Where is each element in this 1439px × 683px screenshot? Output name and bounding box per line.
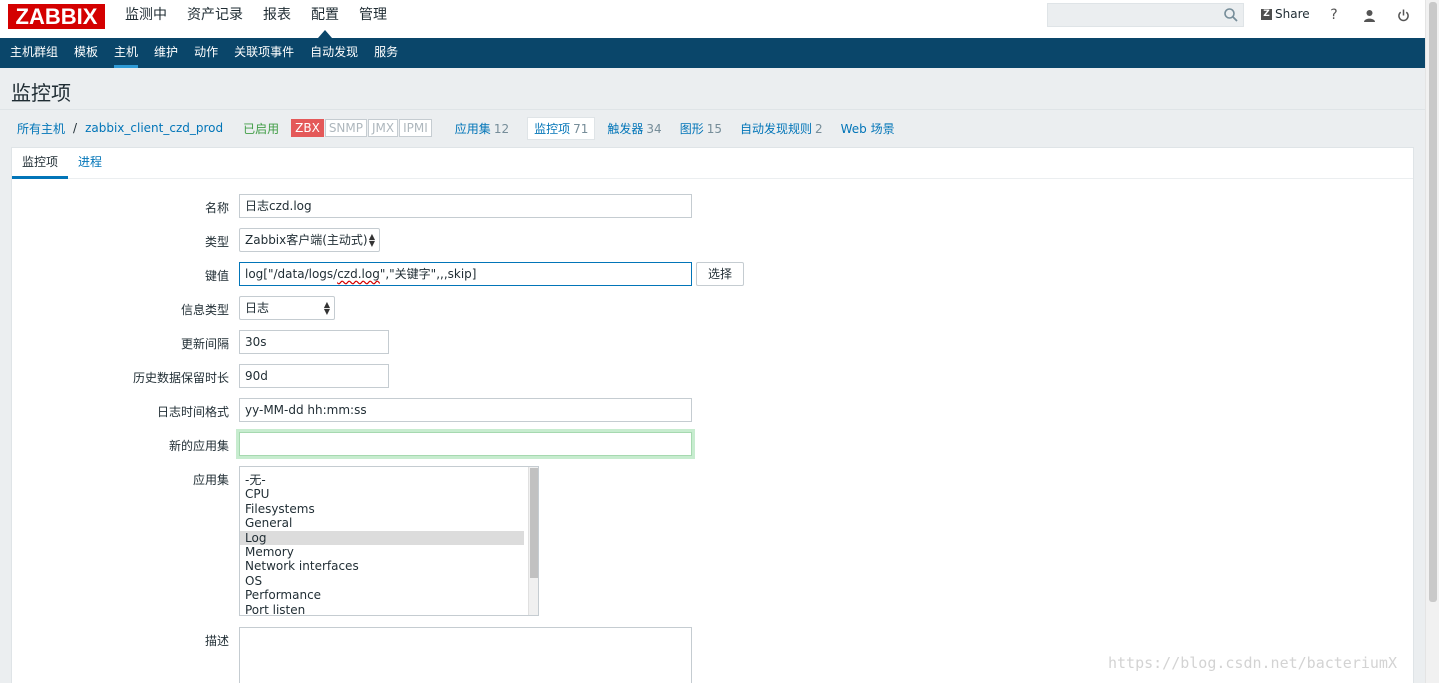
host-nav-discovery-rules[interactable]: 自动发现规则 2	[734, 118, 829, 139]
application-option[interactable]: OS	[240, 574, 538, 588]
application-option[interactable]: Filesystems	[240, 502, 538, 516]
sub-nav: 主机群组 模板 主机 维护 动作 关联项事件 自动发现 服务	[0, 38, 1425, 68]
name-label: 名称	[204, 201, 229, 215]
tab-item[interactable]: 监控项	[12, 148, 69, 179]
sub-nav-discovery[interactable]: 自动发现	[302, 38, 366, 68]
host-nav: 所有主机 / zabbix_client_czd_prod 已启用 ZBX SN…	[11, 116, 901, 140]
badge-jmx: JMX	[368, 119, 399, 137]
page-scrollbar-thumb[interactable]	[1429, 2, 1437, 602]
application-option[interactable]: General	[240, 516, 538, 530]
share-link[interactable]: Z Share	[1261, 7, 1310, 21]
sub-nav-templates[interactable]: 模板	[66, 38, 106, 68]
select-arrows-icon: ▲ ▼	[323, 300, 330, 316]
host-nav-items[interactable]: 监控项 71	[527, 116, 596, 140]
application-option[interactable]: CPU	[240, 487, 538, 501]
log-time-format-field[interactable]: yy-MM-dd hh:mm:ss	[239, 398, 692, 422]
search-icon[interactable]	[1223, 7, 1239, 23]
application-option[interactable]: Port listen	[240, 603, 538, 615]
application-option[interactable]: Network interfaces	[240, 559, 538, 573]
power-icon[interactable]	[1394, 6, 1412, 24]
update-interval-label: 更新间隔	[180, 337, 229, 351]
info-type-label: 信息类型	[180, 303, 229, 317]
share-icon: Z	[1261, 8, 1272, 20]
watermark: https://blog.csdn.net/bacteriumX	[1108, 654, 1397, 672]
new-application-field[interactable]	[239, 432, 692, 456]
type-row: 类型 Zabbix客户端(主动式) ▲ ▼	[12, 228, 1413, 252]
badge-ipmi: IPMI	[399, 119, 432, 137]
sub-nav-correlation[interactable]: 关联项事件	[226, 38, 302, 68]
top-nav-configuration[interactable]: 配置	[301, 0, 349, 38]
host-nav-web-scenarios[interactable]: Web 场景	[835, 118, 901, 139]
sub-nav-actions[interactable]: 动作	[186, 38, 226, 68]
top-bar: ZABBIX 监测中 资产记录 报表 配置 管理 Z Share ?	[0, 0, 1425, 38]
application-option[interactable]: Memory	[240, 545, 538, 559]
page-scrollbar[interactable]	[1425, 0, 1439, 683]
share-label: Share	[1275, 7, 1310, 21]
top-nav-reports[interactable]: 报表	[253, 0, 301, 38]
top-nav: 监测中 资产记录 报表 配置 管理	[115, 0, 397, 38]
application-option[interactable]: -无-	[240, 473, 538, 487]
sub-nav-services[interactable]: 服务	[366, 38, 406, 68]
top-nav-administration[interactable]: 管理	[349, 0, 397, 38]
application-option-selected[interactable]: Log	[240, 530, 524, 546]
title-divider	[0, 109, 1425, 110]
help-icon[interactable]: ?	[1325, 6, 1343, 24]
applications-label: 应用集	[192, 473, 229, 487]
type-label: 类型	[204, 235, 229, 249]
application-option[interactable]: Performance	[240, 588, 538, 602]
sub-nav-maintenance[interactable]: 维护	[146, 38, 186, 68]
description-textarea[interactable]	[239, 627, 692, 683]
applications-listbox[interactable]: -无- CPU Filesystems General Log Memory N…	[239, 466, 539, 616]
search-input[interactable]	[1047, 3, 1244, 27]
item-form-panel: 监控项 进程 名称 日志czd.log 类型 Zabbix客户端(主动式) ▲ ▼ …	[11, 147, 1414, 683]
breadcrumb-separator: /	[73, 121, 78, 135]
top-nav-monitoring[interactable]: 监测中	[115, 0, 177, 38]
form-tabs: 监控项 进程	[12, 148, 1413, 179]
sub-nav-host-groups[interactable]: 主机群组	[2, 38, 66, 68]
top-nav-inventory[interactable]: 资产记录	[177, 0, 253, 38]
description-label: 描述	[204, 634, 229, 648]
info-type-row: 信息类型 日志 ▲ ▼	[12, 296, 1413, 320]
log-time-format-label: 日志时间格式	[156, 405, 229, 419]
history-field[interactable]: 90d	[239, 364, 389, 388]
listbox-scrollbar[interactable]	[528, 467, 538, 615]
breadcrumb-host[interactable]: zabbix_client_czd_prod	[85, 121, 223, 135]
name-field[interactable]: 日志czd.log	[239, 194, 692, 218]
zabbix-logo[interactable]: ZABBIX	[8, 4, 105, 29]
user-icon[interactable]	[1360, 6, 1378, 24]
key-field[interactable]: log["/data/logs/czd.log","关键字",,,skip]	[239, 262, 692, 286]
tab-preprocessing[interactable]: 进程	[68, 148, 112, 178]
listbox-scrollbar-thumb[interactable]	[530, 468, 538, 578]
availability-badges: ZBX SNMP JMX IPMI	[291, 119, 433, 137]
page-title: 监控项	[11, 81, 71, 105]
badge-snmp: SNMP	[324, 119, 367, 137]
host-status-badge[interactable]: 已启用	[243, 120, 279, 137]
new-application-label: 新的应用集	[168, 439, 229, 453]
select-arrows-icon: ▲ ▼	[368, 232, 375, 248]
badge-zbx: ZBX	[291, 119, 324, 137]
history-label: 历史数据保留时长	[132, 371, 229, 385]
key-select-button[interactable]: 选择	[696, 262, 745, 286]
breadcrumb-all-hosts[interactable]: 所有主机	[17, 120, 65, 137]
key-label: 键值	[204, 269, 229, 283]
info-type-select[interactable]: 日志 ▲ ▼	[239, 296, 335, 320]
update-interval-field[interactable]: 30s	[239, 330, 389, 354]
sub-nav-hosts[interactable]: 主机	[106, 38, 146, 68]
type-select[interactable]: Zabbix客户端(主动式) ▲ ▼	[239, 228, 380, 252]
host-nav-applications[interactable]: 应用集 12	[449, 118, 515, 139]
host-nav-graphs[interactable]: 图形 15	[674, 118, 728, 139]
host-nav-triggers[interactable]: 触发器 34	[601, 118, 667, 139]
